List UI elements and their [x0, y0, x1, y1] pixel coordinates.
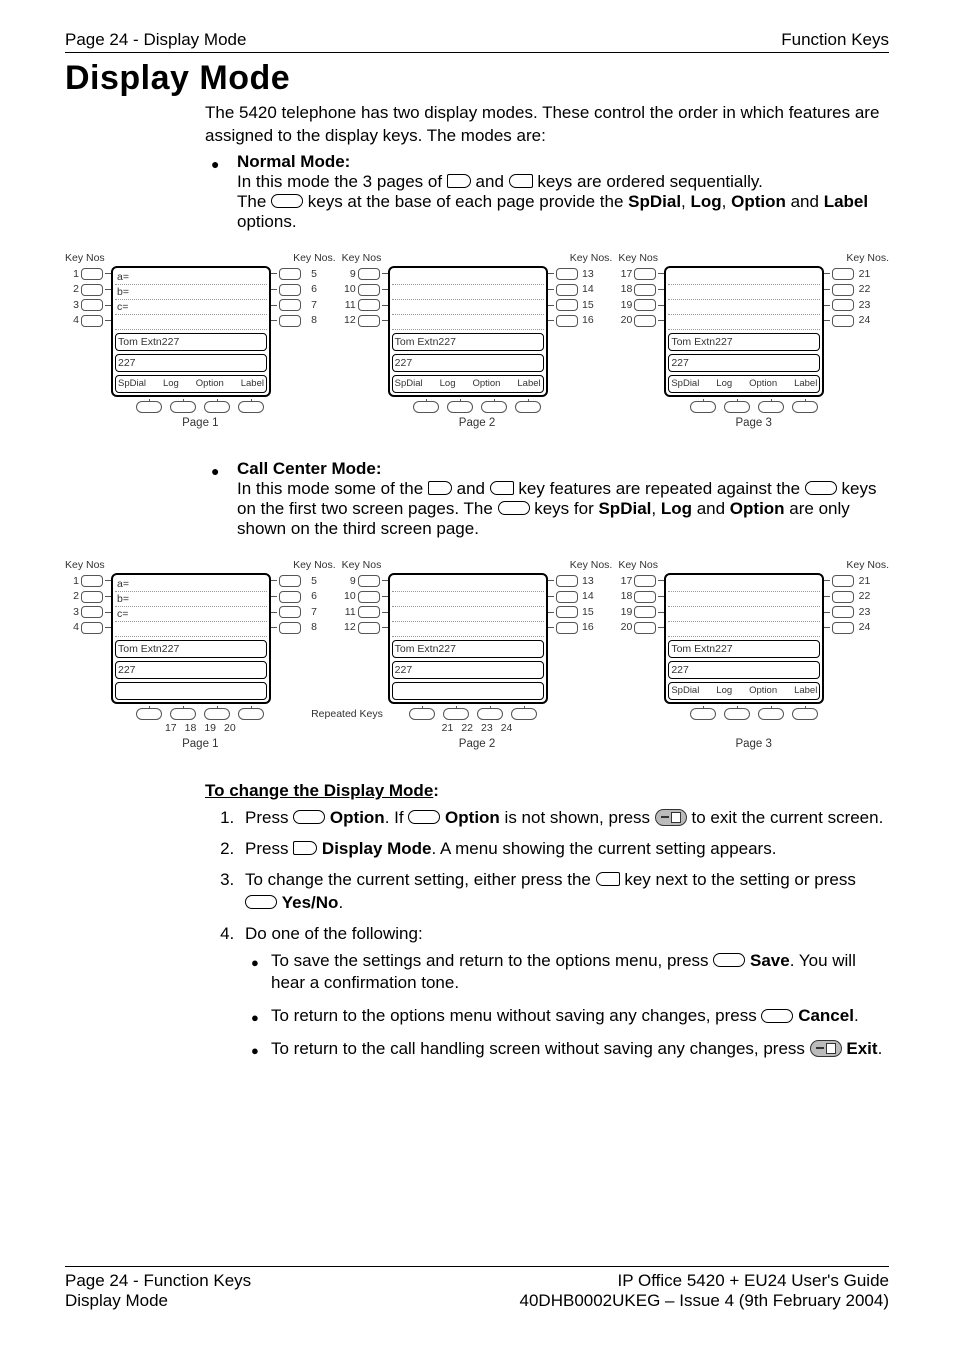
footer-left-2: Display Mode — [65, 1291, 251, 1311]
mn-line2: The keys at the base of each page provid… — [237, 192, 868, 231]
steps-heading: To change the Display Mode: — [205, 780, 889, 803]
panel-page1: Key NosKey Nos. 1234 a= b= c= Tom Extn22… — [65, 252, 336, 429]
step-4-save: ● To save the settings and return to the… — [245, 950, 889, 996]
exit-key-icon — [655, 809, 687, 826]
bullet-icon: ● — [211, 463, 219, 479]
cc-panel-page2: Key NosKey Nos. 9101112 Tom Extn227 227 … — [342, 559, 613, 750]
d-key-left-icon — [596, 872, 620, 886]
bullet-icon: ● — [211, 156, 219, 172]
step-4: Do one of the following: ● To save the s… — [239, 923, 889, 1062]
mode-normal-item: ● Normal Mode: In this mode the 3 pages … — [205, 152, 889, 232]
d-key-icon — [428, 481, 452, 495]
step-4-exit: ● To return to the call handling screen … — [245, 1038, 889, 1061]
step-4-cancel: ● To return to the options menu without … — [245, 1005, 889, 1028]
oval-key-icon — [293, 810, 325, 824]
exit-key-icon — [810, 1040, 842, 1057]
cc-body: In this mode some of the and key feature… — [237, 479, 876, 538]
cc-panel-page1: Key NosKey Nos. 1234 a= b= c= Tom Extn22… — [65, 559, 336, 750]
page-header: Page 24 - Display Mode Function Keys — [65, 30, 889, 53]
d-key-icon — [447, 174, 471, 188]
oval-key-icon — [805, 481, 837, 495]
step-1: Press Option. If Option is not shown, pr… — [239, 807, 889, 830]
oval-key-icon — [498, 501, 530, 515]
panel-page3: Key NosKey Nos. 17181920 Tom Extn227 227… — [618, 252, 889, 429]
mode-cc-title: Call Center Mode: — [237, 459, 382, 478]
cc-panel-page3: Key NosKey Nos. 17181920 Tom Extn227 227… — [618, 559, 889, 750]
page-title: Display Mode — [65, 59, 889, 98]
oval-key-icon — [408, 810, 440, 824]
panel-page2: Key NosKey Nos. 9101112 Tom Extn227 227 … — [342, 252, 613, 429]
d-key-icon — [293, 841, 317, 855]
step-3: To change the current setting, either pr… — [239, 869, 889, 915]
footer-left-1: Page 24 - Function Keys — [65, 1271, 251, 1291]
oval-key-icon — [245, 895, 277, 909]
oval-key-icon — [761, 1009, 793, 1023]
mn-line1: In this mode the 3 pages of and keys are… — [237, 172, 763, 191]
repeated-keys-label: Repeated Keys — [311, 708, 383, 720]
footer-right-1: IP Office 5420 + EU24 User's Guide — [520, 1271, 889, 1291]
step-2: Press Display Mode. A menu showing the c… — [239, 838, 889, 861]
header-right: Function Keys — [781, 30, 889, 50]
oval-key-icon — [271, 194, 303, 208]
intro-text: The 5420 telephone has two display modes… — [205, 102, 889, 148]
mode-normal-title: Normal Mode: — [237, 152, 350, 171]
footer-right-2: 40DHB0002UKEG – Issue 4 (9th February 20… — [520, 1291, 889, 1311]
d-key-left-icon — [509, 174, 533, 188]
mode-cc-item: ● Call Center Mode: In this mode some of… — [205, 459, 889, 539]
header-left: Page 24 - Display Mode — [65, 30, 246, 50]
figure-cc-mode: Key NosKey Nos. 1234 a= b= c= Tom Extn22… — [65, 559, 889, 750]
page-footer: Page 24 - Function Keys Display Mode IP … — [65, 1266, 889, 1311]
oval-key-icon — [713, 953, 745, 967]
figure-normal-mode: Key NosKey Nos. 1234 a= b= c= Tom Extn22… — [65, 252, 889, 429]
d-key-left-icon — [490, 481, 514, 495]
